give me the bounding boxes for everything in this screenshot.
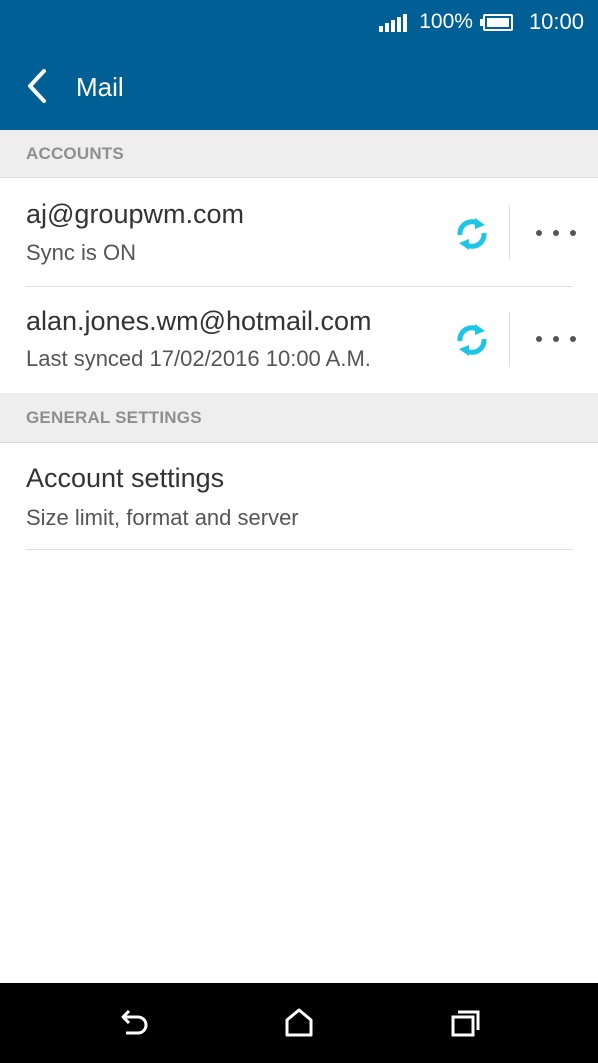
back-button[interactable] <box>20 66 60 106</box>
nav-back-button[interactable] <box>114 1003 154 1043</box>
account-settings-subtitle: Size limit, format and server <box>26 505 299 530</box>
account-row[interactable]: alan.jones.wm@hotmail.com Last synced 17… <box>0 287 598 393</box>
sync-button[interactable] <box>452 320 492 360</box>
account-status: Sync is ON <box>26 240 137 265</box>
sync-icon <box>457 218 487 250</box>
account-email: alan.jones.wm@hotmail.com <box>26 306 372 336</box>
status-icons: 100% 10:00 <box>379 0 584 44</box>
account-row[interactable]: aj@groupwm.com Sync is ON <box>0 179 598 286</box>
row-divider <box>26 549 573 550</box>
sync-button[interactable] <box>452 214 492 254</box>
back-icon <box>121 1009 148 1035</box>
account-settings-title: Account settings <box>26 463 225 493</box>
account-settings-item[interactable]: Account settings Size limit, format and … <box>0 443 598 549</box>
accounts-section-header: ACCOUNTS <box>0 130 598 178</box>
back-arrow-icon <box>28 69 46 103</box>
page-title: Mail <box>76 72 124 102</box>
more-options-button[interactable] <box>536 329 576 349</box>
clock: 10:00 <box>528 9 584 34</box>
account-email: aj@groupwm.com <box>26 199 244 229</box>
battery-percent: 100% <box>419 10 473 33</box>
account-status: Last synced 17/02/2016 10:00 A.M. <box>26 346 371 371</box>
home-icon <box>285 1008 313 1037</box>
more-options-button[interactable] <box>536 223 576 243</box>
sync-icon <box>457 324 487 356</box>
battery-icon <box>479 13 513 31</box>
vertical-divider <box>509 206 510 260</box>
nav-home-button[interactable] <box>279 1003 319 1043</box>
navigation-bar <box>0 983 598 1063</box>
signal-icon <box>379 12 408 32</box>
app-bar: Mail <box>0 44 598 130</box>
status-bar: 100% 10:00 <box>0 0 598 44</box>
general-settings-section-header: GENERAL SETTINGS <box>0 393 598 443</box>
recent-apps-icon <box>451 1010 480 1037</box>
vertical-divider <box>509 312 510 366</box>
nav-recent-apps-button[interactable] <box>445 1003 485 1043</box>
